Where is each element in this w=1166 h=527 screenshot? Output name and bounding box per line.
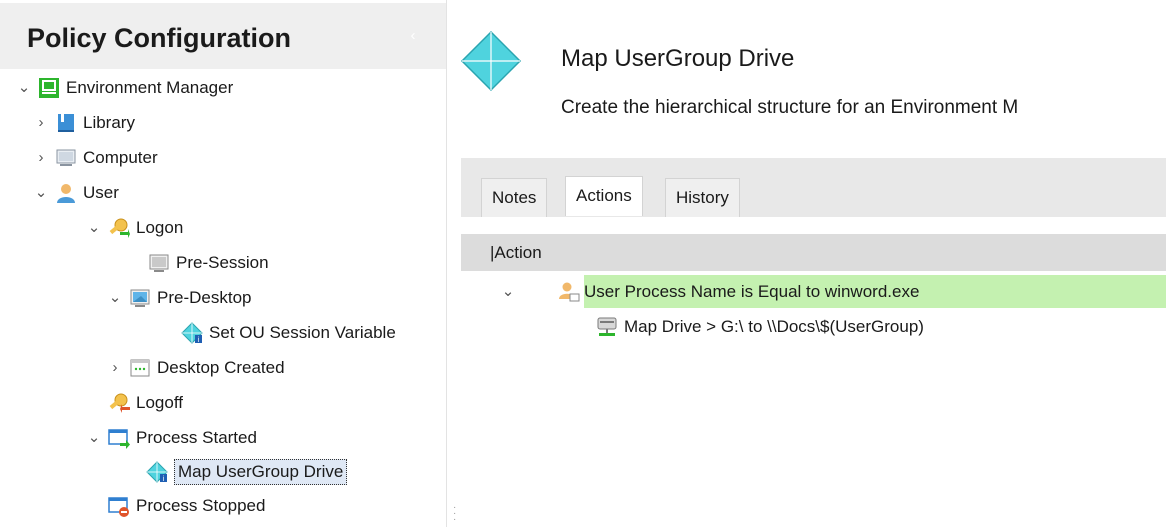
tree-item-label: Process Stopped (136, 496, 266, 515)
policy-diamond-icon (460, 30, 522, 92)
policy-node-icon: i (181, 322, 203, 344)
library-icon (55, 112, 77, 134)
action-row-map-drive[interactable]: Map Drive > G:\ to \\Docs\$(UserGroup) (596, 310, 924, 343)
tree-item-user[interactable]: ⌄ User (31, 176, 119, 210)
tab-history[interactable]: History (665, 178, 740, 217)
chevron-down-icon[interactable]: ⌄ (31, 183, 51, 203)
pre-desktop-icon (129, 287, 151, 309)
tree-item-computer[interactable]: › Computer (31, 141, 158, 175)
collapse-pane-button[interactable]: ‹ (406, 28, 420, 43)
action-row-condition[interactable]: ⌄ User Process Name is Equal to winword.… (498, 275, 1166, 308)
tree-item-label: Pre-Desktop (157, 288, 252, 307)
tree-item-label: Logon (136, 218, 184, 237)
tree-item-desktop-created[interactable]: › Desktop Created (105, 351, 285, 385)
desktop-created-icon (129, 357, 151, 379)
chevron-right-icon[interactable]: › (105, 358, 125, 378)
process-started-icon (108, 427, 130, 449)
tree-item-label: User (83, 183, 119, 202)
details-description: Create the hierarchical structure for an… (561, 97, 1019, 118)
tree-item-environment-manager[interactable]: ⌄ Environment Manager (14, 71, 233, 105)
tree-item-pre-session[interactable]: › Pre-Session (124, 246, 269, 280)
tab-strip: Notes Actions History (461, 158, 1166, 217)
logoff-key-icon (108, 392, 130, 414)
tree-item-set-ou-session-variable[interactable]: › i Set OU Session Variable (157, 316, 396, 350)
chevron-down-icon[interactable]: ⌄ (84, 218, 104, 238)
tree-item-label: Process Started (136, 428, 257, 447)
condition-text: User Process Name is Equal to winword.ex… (584, 275, 1166, 308)
svg-text:i: i (198, 336, 200, 344)
svg-text:i: i (163, 475, 165, 483)
tree-item-process-started[interactable]: ⌄ Process Started (84, 421, 257, 455)
chevron-down-icon[interactable]: ⌄ (14, 78, 34, 98)
tree-item-label: Environment Manager (66, 78, 234, 97)
column-header-action[interactable]: |Action (490, 243, 542, 263)
tree-item-process-stopped[interactable]: › Process Stopped (84, 489, 265, 523)
chevron-right-icon[interactable]: › (31, 113, 51, 133)
process-stopped-icon (108, 495, 130, 517)
tree-item-label: Set OU Session Variable (209, 323, 396, 342)
details-title: Map UserGroup Drive (561, 45, 795, 72)
pre-session-icon (148, 252, 170, 274)
tree-item-label-selected: Map UserGroup Drive (174, 459, 348, 485)
policy-tree-pane: Policy Configuration ‹ ⌄ Environment Man… (0, 0, 447, 527)
pane-splitter[interactable]: · · · (453, 503, 457, 527)
tree-item-logoff[interactable]: › Logoff (84, 386, 183, 420)
computer-icon (55, 147, 77, 169)
map-drive-text: Map Drive > G:\ to \\Docs\$(UserGroup) (624, 316, 924, 336)
logon-key-icon (108, 217, 130, 239)
tree-item-label: Logoff (136, 393, 183, 412)
tree-item-label: Pre-Session (176, 253, 269, 272)
chevron-down-icon[interactable]: ⌄ (84, 428, 104, 448)
tree-item-label: Computer (83, 148, 158, 167)
chevron-right-icon[interactable]: › (31, 148, 51, 168)
chevron-down-icon[interactable]: ⌄ (498, 282, 518, 302)
policy-header: Policy Configuration ‹ (0, 3, 446, 69)
actions-grid-header: |Action (461, 234, 1166, 271)
user-icon (55, 182, 77, 204)
policy-node-icon: i (146, 461, 168, 483)
details-pane: Map UserGroup Drive Create the hierarchi… (458, 0, 1166, 527)
tree-item-label: Library (83, 113, 135, 132)
tab-actions[interactable]: Actions (565, 176, 643, 216)
tab-notes[interactable]: Notes (481, 178, 548, 217)
tree-item-library[interactable]: › Library (31, 106, 135, 140)
tree-item-logon[interactable]: ⌄ Logon (84, 211, 183, 245)
tree-item-pre-desktop[interactable]: ⌄ Pre-Desktop (105, 281, 251, 315)
chevron-down-icon[interactable]: ⌄ (105, 288, 125, 308)
environment-manager-icon (38, 77, 60, 99)
user-process-condition-icon (558, 281, 580, 303)
tree-item-label: Desktop Created (157, 358, 285, 377)
map-drive-icon (596, 316, 618, 338)
policy-configuration-title: Policy Configuration (27, 23, 292, 53)
tree-item-map-usergroup-drive[interactable]: › i Map UserGroup Drive (122, 455, 348, 489)
